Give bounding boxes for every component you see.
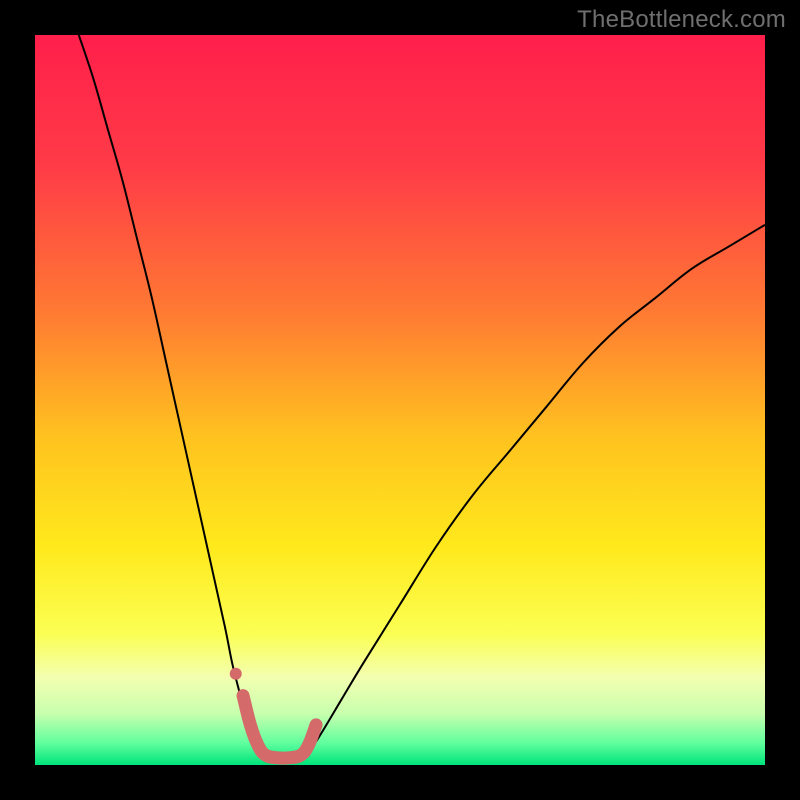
curves-layer: [35, 35, 765, 765]
highlight-band: [243, 696, 316, 758]
right-curve: [305, 225, 765, 758]
chart-canvas: TheBottleneck.com: [0, 0, 800, 800]
left-curve: [79, 35, 261, 758]
watermark-label: TheBottleneck.com: [577, 6, 786, 34]
plot-area: [35, 35, 765, 765]
marker-dot: [230, 668, 242, 680]
